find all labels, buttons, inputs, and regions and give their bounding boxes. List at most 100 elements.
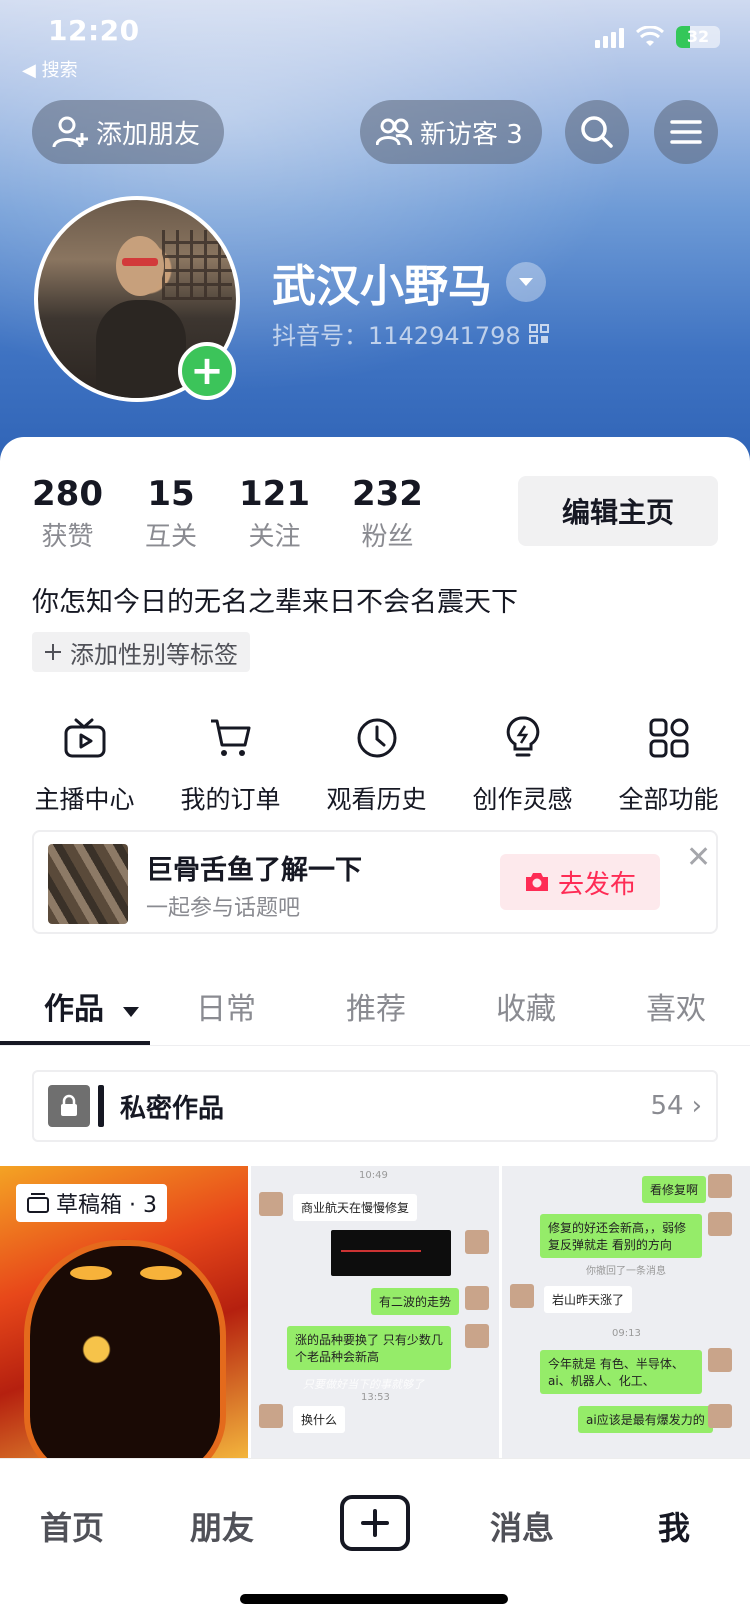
video-tile[interactable]: 10:49 商业航天在慢慢修复 有二波的走势 涨的品种要换了 只有少数几个老品种… (251, 1166, 499, 1458)
draft-tile[interactable]: 草稿箱 · 3 (0, 1166, 248, 1458)
avatar-add-button[interactable]: + (178, 342, 236, 400)
status-icons: 32 (595, 26, 720, 48)
tab-daily[interactable]: 日常 (196, 984, 256, 1028)
nickname-text: 武汉小野马 (272, 261, 492, 312)
publish-button[interactable]: 去发布 (500, 854, 660, 910)
chat-avatar (708, 1174, 732, 1198)
tab-works[interactable]: 作品 (44, 984, 140, 1028)
search-button[interactable] (565, 100, 629, 164)
menu-button[interactable] (654, 100, 718, 164)
stat-label: 互关 (144, 522, 197, 552)
add-friend-button[interactable]: 添加朋友 (32, 100, 224, 164)
nickname[interactable]: 武汉小野马 (272, 250, 546, 314)
tab-favorites[interactable]: 收藏 (496, 984, 556, 1028)
chat-time: 13:53 (361, 1392, 390, 1403)
chat-avatar (259, 1192, 283, 1216)
caret-down-icon (519, 278, 533, 286)
feature-watch-history[interactable]: 观看历史 (304, 710, 449, 816)
feature-creation-inspiration[interactable]: 创作灵感 (450, 710, 595, 816)
chat-bubble: 换什么 (293, 1406, 346, 1433)
clock-icon (357, 718, 396, 758)
nav-me[interactable]: 我 (658, 1503, 690, 1549)
chat-image (331, 1230, 451, 1276)
stats-row: 280 获赞 15 互关 121 关注 232 粉丝 (32, 474, 465, 553)
battery-icon: 32 (676, 26, 720, 48)
private-works-count: 54 (650, 1091, 684, 1121)
tab-likes[interactable]: 喜欢 (646, 984, 706, 1028)
chat-bubble: 今年就是 有色、半导体、ai、机器人、化工、 (540, 1350, 702, 1394)
chat-avatar (708, 1348, 732, 1372)
chat-avatar (510, 1284, 534, 1308)
chat-image-line (341, 1250, 421, 1252)
feature-all-functions[interactable]: 全部功能 (596, 710, 741, 816)
tab-recommended[interactable]: 推荐 (346, 984, 406, 1028)
chat-bubble: 涨的品种要换了 只有少数几个老品种会新高 (287, 1326, 451, 1370)
avatar-background (162, 230, 232, 300)
topic-subtitle: 一起参与话题吧 (146, 896, 301, 921)
qr-code-icon[interactable] (528, 323, 549, 344)
tv-icon (64, 718, 105, 758)
stat-value: 121 (239, 474, 310, 514)
chat-bubble: 商业航天在慢慢修复 (293, 1194, 418, 1221)
add-friend-label: 添加朋友 (96, 119, 201, 150)
works-grid: 草稿箱 · 3 10:49 商业航天在慢慢修复 有二波的走势 涨的品种要换了 只… (0, 1166, 750, 1458)
chat-avatar (465, 1230, 489, 1254)
nav-friends[interactable]: 朋友 (190, 1503, 254, 1549)
stat-followers[interactable]: 232 粉丝 (352, 474, 423, 553)
chat-time: 09:13 (612, 1328, 641, 1339)
private-thumbnail (48, 1085, 90, 1127)
close-icon[interactable]: ✕ (686, 840, 711, 875)
add-user-icon (52, 116, 88, 148)
drafts-badge[interactable]: 草稿箱 · 3 (16, 1184, 167, 1222)
create-button[interactable] (340, 1495, 410, 1551)
stat-likes[interactable]: 280 获赞 (32, 474, 103, 553)
stat-value: 15 (147, 474, 195, 514)
chat-avatar (465, 1324, 489, 1348)
draft-cover-face (30, 1246, 220, 1458)
chat-bubble: 岩山昨天涨了 (544, 1286, 633, 1313)
video-caption: 只要做好当下的事就够了 (303, 1378, 424, 1391)
topic-thumbnail (48, 844, 128, 924)
chat-bubble: 看修复啊 (642, 1176, 707, 1203)
tab-label: 作品 (44, 992, 104, 1027)
account-switch-button[interactable] (506, 262, 546, 302)
cart-icon (210, 719, 250, 756)
lightbulb-icon (506, 716, 539, 757)
douyin-id-text: 抖音号：1142941798 (272, 322, 521, 350)
new-visitors-button[interactable]: 新访客 3 (360, 100, 542, 164)
chat-bubble: 修复的好还会新高，，弱修复反弹就走 看别的方向 (540, 1214, 702, 1258)
drafts-icon (27, 1193, 49, 1213)
bio[interactable]: 你怎知今日的无名之辈来日不会名震天下 (32, 580, 518, 619)
feature-my-orders[interactable]: 我的订单 (158, 710, 303, 816)
content-tabs: 作品 日常 推荐 收藏 喜欢 (0, 978, 750, 1046)
douyin-id[interactable]: 抖音号：1142941798 (272, 316, 549, 351)
chat-avatar (465, 1286, 489, 1310)
drafts-label: 草稿箱 · 3 (56, 1193, 157, 1218)
publish-label: 去发布 (557, 869, 636, 900)
feature-streamer-center[interactable]: 主播中心 (12, 710, 157, 816)
avatar-glasses (122, 258, 158, 266)
topic-suggestion-card[interactable]: 巨骨舌鱼了解一下 一起参与话题吧 去发布 ✕ (32, 830, 718, 934)
menu-icon (670, 120, 702, 144)
stat-following[interactable]: 121 关注 (239, 474, 310, 553)
chevron-right-icon: › (691, 1091, 702, 1121)
stat-label: 粉丝 (361, 522, 414, 552)
private-thumbnail-bar (98, 1085, 104, 1127)
back-to-search[interactable]: ◀ 搜索 (22, 56, 78, 82)
private-works-row[interactable]: 私密作品 54 › (32, 1070, 718, 1142)
stat-mutual[interactable]: 15 互关 (145, 474, 197, 553)
feature-label: 全部功能 (618, 785, 719, 814)
home-indicator (240, 1594, 508, 1604)
avatar-body (96, 300, 186, 398)
nav-home[interactable]: 首页 (40, 1503, 104, 1549)
feature-row: 主播中心 我的订单 观看历史 创作灵感 全部功能 (0, 710, 750, 816)
add-tag-label: 添加性别等标签 (70, 640, 238, 669)
stat-label: 关注 (248, 522, 301, 552)
add-tag-button[interactable]: 添加性别等标签 (32, 632, 250, 672)
edit-profile-button[interactable]: 编辑主页 (518, 476, 718, 546)
nav-messages[interactable]: 消息 (490, 1503, 554, 1549)
recall-notice: 你撤回了一条消息 (586, 1266, 666, 1277)
video-tile[interactable]: 看修复啊 修复的好还会新高，，弱修复反弹就走 看别的方向 你撤回了一条消息 岩山… (502, 1166, 750, 1458)
chat-avatar (708, 1212, 732, 1236)
stat-value: 280 (32, 474, 103, 514)
